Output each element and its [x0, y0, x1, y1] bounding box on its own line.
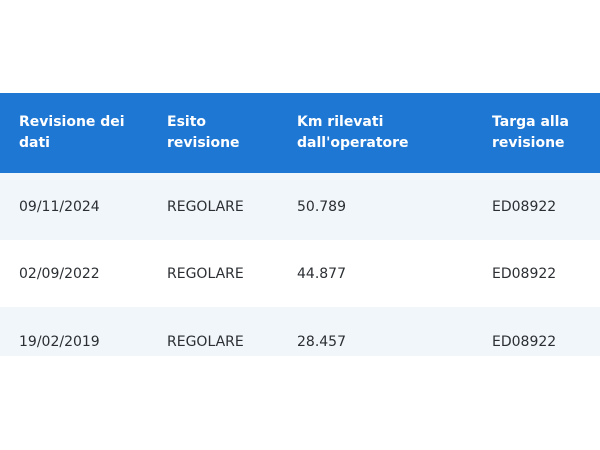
header-outcome: Esito revisione: [148, 93, 278, 173]
cell-plate: ED08922: [492, 265, 557, 282]
header-line: Km rilevati: [297, 114, 384, 130]
header-line: revisione: [167, 135, 240, 151]
table-row: 02/09/2022 REGOLARE 44.877 ED08922: [0, 240, 600, 307]
cell-plate: ED08922: [492, 198, 557, 215]
header-line: dati: [19, 135, 50, 151]
cell-date: 09/11/2024: [19, 198, 100, 215]
table-row: 09/11/2024 REGOLARE 50.789 ED08922: [0, 173, 600, 240]
header-line: Revisione dei: [19, 114, 125, 130]
cell-outcome: REGOLARE: [167, 334, 244, 350]
cell-outcome: REGOLARE: [167, 265, 244, 282]
table-row: 19/02/2019 REGOLARE 28.457 ED08922: [0, 307, 600, 356]
page: Revisione dei dati Esito revisione Km ri…: [0, 0, 600, 450]
header-line: revisione: [492, 135, 565, 151]
header-row: Revisione dei dati Esito revisione Km ri…: [0, 93, 600, 173]
table-header: Revisione dei dati Esito revisione Km ri…: [0, 93, 600, 173]
cell-plate: ED08922: [492, 334, 557, 350]
cell-km: 28.457: [297, 334, 346, 350]
revisions-table: Revisione dei dati Esito revisione Km ri…: [0, 93, 600, 356]
cell-outcome: REGOLARE: [167, 198, 244, 215]
cell-date: 02/09/2022: [19, 265, 100, 282]
header-plate: Targa alla revisione: [472, 93, 600, 173]
cell-date: 19/02/2019: [19, 334, 100, 350]
header-line: dall'operatore: [297, 135, 409, 151]
header-revision-date: Revisione dei dati: [0, 93, 148, 173]
table-body: 09/11/2024 REGOLARE 50.789 ED08922 02/09…: [0, 173, 600, 356]
header-line: Targa alla: [492, 114, 569, 130]
header-line: Esito: [167, 114, 207, 130]
cell-km: 44.877: [297, 265, 346, 282]
cell-km: 50.789: [297, 198, 346, 215]
header-km: Km rilevati dall'operatore: [278, 93, 472, 173]
